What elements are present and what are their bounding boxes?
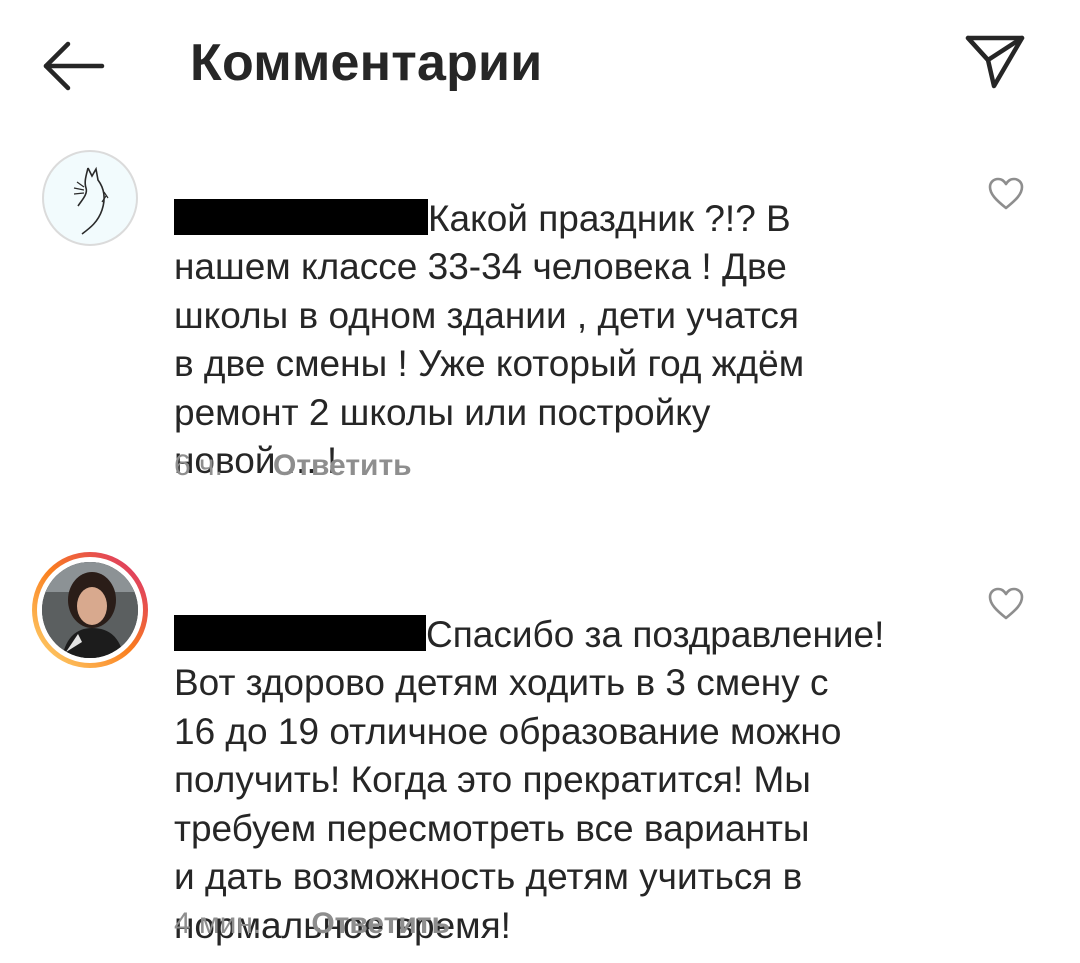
comment-time: 6 ч. (174, 449, 223, 482)
comment-meta: 6 ч. Ответить (174, 446, 412, 486)
paper-plane-icon (965, 35, 1025, 89)
reply-button[interactable]: Ответить (311, 907, 450, 940)
heart-outline-icon (988, 587, 1024, 620)
avatar[interactable] (42, 150, 138, 246)
comment-time: 4 мин. (174, 907, 262, 940)
comment-body: Какой праздник ?!? В нашем классе 33-34 … (174, 197, 805, 482)
cat-line-art-avatar (73, 166, 109, 235)
comment-text: Какой праздник ?!? В нашем классе 33-34 … (174, 146, 944, 486)
avatar (42, 562, 138, 658)
comment-text: Спасибо за поздравление! Вот здорово дет… (174, 562, 944, 950)
share-button[interactable] (962, 30, 1028, 92)
comment-meta: 4 мин. Ответить (174, 904, 450, 944)
like-button[interactable] (986, 176, 1026, 212)
top-bar: Комментарии (0, 0, 1080, 130)
back-button[interactable] (38, 36, 110, 96)
heart-outline-icon (988, 177, 1024, 210)
story-ring[interactable] (32, 552, 148, 668)
woman-photo-avatar (42, 562, 138, 658)
page-title: Комментарии (190, 34, 543, 92)
like-button[interactable] (986, 586, 1026, 622)
redacted-username (174, 198, 428, 235)
arrow-left-icon (43, 41, 105, 91)
redacted-username (174, 614, 426, 651)
comment-body: Спасибо за поздравление! Вот здорово дет… (174, 613, 885, 946)
reply-button[interactable]: Ответить (273, 449, 412, 482)
